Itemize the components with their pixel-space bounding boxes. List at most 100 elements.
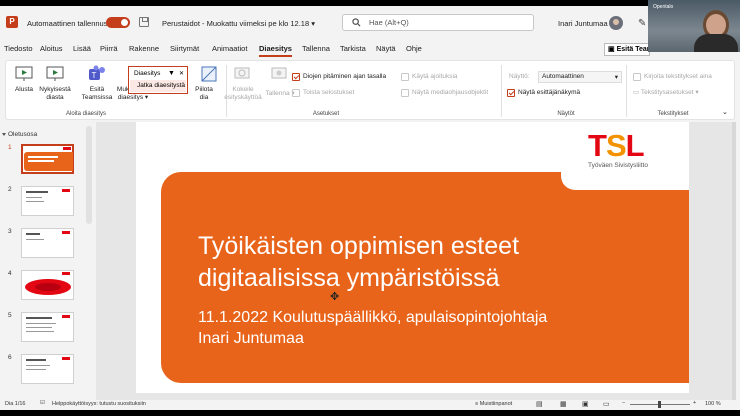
reading-view-icon[interactable]: ▣ bbox=[582, 400, 589, 408]
always-subtitles-checkbox[interactable] bbox=[633, 73, 641, 81]
slide-thumbnail-4[interactable] bbox=[21, 270, 74, 300]
start-from-beginning-button[interactable]: Alusta bbox=[10, 86, 38, 94]
subtitle-settings-button[interactable]: ▭ Tekstitysasetukset ▾ bbox=[633, 89, 699, 97]
tab-nayta[interactable]: Näytä bbox=[376, 44, 396, 53]
tab-tarkista[interactable]: Tarkista bbox=[340, 44, 366, 53]
hide-slide-icon bbox=[201, 66, 217, 82]
always-subtitles-label: Kirjoita tekstitykset aina bbox=[644, 73, 712, 80]
present-in-teams-button[interactable]: ▣ Esitä Teamsissa bbox=[604, 43, 671, 56]
slide-number: 1 bbox=[8, 144, 12, 151]
slide-canvas: TSL Työväen Sivistysliitto Työikäisten o… bbox=[96, 122, 736, 400]
slideshow-dropdown[interactable]: Diaesitys ▼ ✕ Jatka diaesitystä bbox=[128, 66, 188, 94]
presenter-view-checkbox[interactable] bbox=[507, 89, 515, 97]
accessibility-icon[interactable]: ☑ bbox=[40, 400, 45, 406]
teams-icon: T bbox=[89, 65, 105, 80]
tab-tallenna[interactable]: Tallenna bbox=[302, 44, 330, 53]
collapse-ribbon-icon[interactable]: ⌄ bbox=[722, 109, 728, 117]
section-header[interactable]: Oletusosa bbox=[1, 131, 37, 138]
tab-lisaa[interactable]: Lisää bbox=[73, 44, 91, 53]
group-asetukset-label: Asetukset bbox=[312, 111, 340, 117]
monitor-label: Näyttö: bbox=[509, 73, 530, 80]
svg-text:T: T bbox=[92, 71, 97, 80]
save-icon[interactable] bbox=[139, 17, 149, 27]
slideshow-dropdown-label: Diaesitys bbox=[134, 70, 161, 77]
rehearse-icon bbox=[234, 67, 250, 79]
canvas-scrollbar[interactable] bbox=[732, 122, 736, 400]
powerpoint-window: P Automaattinen tallennus Perustaidot - … bbox=[0, 6, 740, 410]
tab-piirra[interactable]: Piirrä bbox=[100, 44, 118, 53]
ribbon-separator bbox=[501, 65, 502, 117]
autosave-toggle[interactable] bbox=[106, 17, 130, 28]
autosave-label: Automaattinen tallennus bbox=[27, 19, 108, 28]
pen-icon[interactable]: ✎ bbox=[638, 18, 646, 29]
slide-counter: Dia 1/16 bbox=[5, 401, 26, 407]
pane-scrollbar[interactable] bbox=[86, 126, 92, 224]
slide-thumbnail-pane: Oletusosa 1 2 3 4 5 6 bbox=[0, 122, 96, 400]
group-naytot-label: Näytöt bbox=[557, 111, 575, 117]
webcam-label: Opentalo bbox=[653, 4, 674, 10]
keep-slides-updated-checkbox[interactable] bbox=[292, 73, 300, 81]
hide-slide-button[interactable]: Piilota dia bbox=[189, 86, 219, 102]
avatar[interactable] bbox=[609, 16, 623, 30]
slide-title[interactable]: Työikäisten oppimisen esteet digitaalisis… bbox=[198, 230, 598, 294]
rehearse-button[interactable]: Kokeile esityskäyttöä bbox=[222, 86, 264, 102]
powerpoint-logo-icon: P bbox=[6, 16, 18, 28]
tab-rakenne[interactable]: Rakenne bbox=[129, 44, 159, 53]
slide-number: 4 bbox=[8, 270, 12, 277]
slide[interactable]: TSL Työväen Sivistysliitto Työikäisten o… bbox=[136, 122, 689, 393]
slide-thumbnail-5[interactable] bbox=[21, 312, 74, 342]
tsl-logo: TSL bbox=[588, 128, 645, 163]
tab-siirtymat[interactable]: Siirtymät bbox=[170, 44, 199, 53]
document-title[interactable]: Perustaidot - Muokattu viimeksi pe klo 1… bbox=[162, 19, 315, 28]
mouse-cursor-icon: ✥ bbox=[330, 291, 340, 303]
slide-sorter-icon[interactable]: ▦ bbox=[560, 400, 567, 408]
slide-subtitle[interactable]: 11.1.2022 Koulutuspäällikkö, apulaisopin… bbox=[198, 307, 618, 349]
zoom-out-icon[interactable]: − bbox=[622, 400, 625, 406]
group-tekstit-label: Tekstitykset bbox=[657, 111, 689, 117]
webcam-overlay: Opentalo bbox=[648, 0, 740, 52]
keep-slides-updated-label: Diojen pitäminen ajan tasalla bbox=[303, 73, 387, 80]
slide-number: 3 bbox=[8, 228, 12, 235]
accessibility-status[interactable]: Helppokäyttöisyys: tutustu suosituksiin bbox=[52, 401, 146, 407]
present-in-teams-ribbon-button[interactable]: Esitä Teamsissa bbox=[79, 86, 115, 102]
slide-number: 2 bbox=[8, 186, 12, 193]
slide-thumbnail-3[interactable] bbox=[21, 228, 74, 258]
slide-number: 6 bbox=[8, 354, 12, 361]
slide-thumbnail-6[interactable] bbox=[21, 354, 74, 384]
presenter-view-label: Näytä esittäjänäkymä bbox=[518, 89, 581, 96]
notes-button[interactable]: ≡ Muistiinpanot bbox=[475, 401, 512, 407]
zoom-in-icon[interactable]: + bbox=[693, 400, 696, 406]
continue-slideshow-option[interactable]: Jatka diaesitystä bbox=[130, 80, 186, 92]
play-narrations-label: Toista selostukset bbox=[303, 89, 355, 96]
ribbon-separator bbox=[626, 65, 627, 117]
tab-ohje[interactable]: Ohje bbox=[406, 44, 422, 53]
zoom-level[interactable]: 100 % bbox=[705, 401, 721, 407]
use-timings-checkbox[interactable] bbox=[401, 73, 409, 81]
zoom-slider-thumb[interactable] bbox=[658, 401, 661, 408]
show-media-controls-checkbox[interactable] bbox=[401, 89, 409, 97]
normal-view-icon[interactable]: ▤ bbox=[536, 400, 543, 408]
start-from-current-button[interactable]: Nykyisestä diasta bbox=[37, 86, 73, 102]
slide-thumbnail-1[interactable] bbox=[21, 144, 74, 174]
dropdown-arrow-icon[interactable]: ▼ bbox=[168, 70, 175, 77]
title-bar: P Automaattinen tallennus Perustaidot - … bbox=[0, 6, 740, 38]
tsl-logo-subtitle: Työväen Sivistysliitto bbox=[588, 162, 648, 169]
start-from-beginning-icon bbox=[15, 66, 33, 81]
tab-aloitus[interactable]: Aloitus bbox=[40, 44, 63, 53]
slide-thumbnail-2[interactable] bbox=[21, 186, 74, 216]
use-timings-label: Käytä ajoituksia bbox=[412, 73, 458, 80]
show-media-controls-label: Näytä mediaohjausobjektit bbox=[412, 89, 489, 96]
user-name[interactable]: Inari Juntumaa bbox=[558, 19, 608, 28]
search-input[interactable]: Hae (Alt+Q) bbox=[342, 14, 534, 31]
slideshow-view-icon[interactable]: ▭ bbox=[603, 400, 610, 408]
record-icon bbox=[271, 67, 287, 79]
tab-diaesitys[interactable]: Diaesitys bbox=[259, 44, 292, 57]
play-narrations-checkbox[interactable] bbox=[292, 89, 300, 97]
tab-animaatiot[interactable]: Animaatiot bbox=[212, 44, 247, 53]
tab-tiedosto[interactable]: Tiedosto bbox=[4, 44, 33, 53]
search-icon bbox=[352, 18, 361, 27]
close-icon[interactable]: ✕ bbox=[179, 70, 184, 77]
group-aloita-label: Aloita diaesitys bbox=[65, 111, 107, 117]
monitor-select[interactable]: Automaattinen ▾ bbox=[538, 71, 622, 83]
ribbon: Alusta Nykyisestä diasta T Esitä Teamsissa… bbox=[5, 60, 735, 120]
